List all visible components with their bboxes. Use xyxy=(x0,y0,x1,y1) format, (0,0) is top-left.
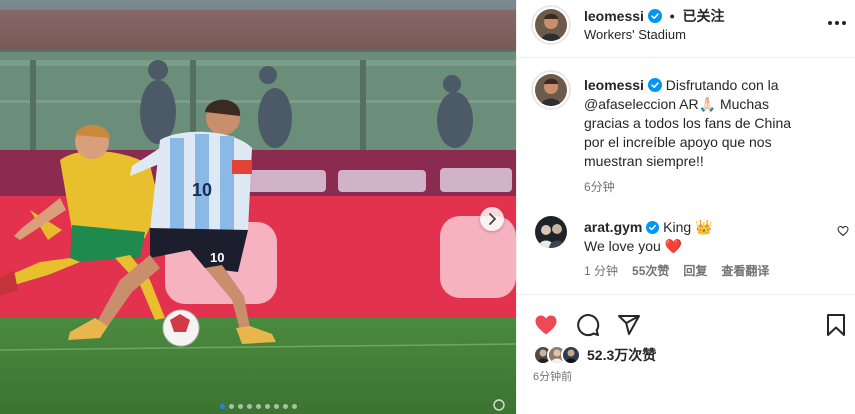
comment-time: 1 分钟 xyxy=(584,264,619,278)
liker-avatar xyxy=(561,345,581,365)
author-username[interactable]: leomessi xyxy=(584,8,644,24)
post-timestamp: 6分钟前 xyxy=(533,371,573,383)
carousel-dot xyxy=(282,404,288,409)
post-side-panel: leomessi • 已关注 Workers' Stadium leomessi… xyxy=(516,0,855,414)
comment-username[interactable]: arat.gym xyxy=(584,219,642,235)
comment-icon[interactable] xyxy=(576,313,600,337)
post-header: leomessi • 已关注 Workers' Stadium xyxy=(517,0,855,58)
comment-like-heart-icon[interactable] xyxy=(837,225,849,237)
caption-username[interactable]: leomessi xyxy=(584,77,644,93)
comment-text-line: King 👑 xyxy=(663,219,713,235)
commenter-avatar[interactable] xyxy=(535,216,567,248)
caption-line: muestran siempre!! xyxy=(584,153,704,169)
post-caption: leomessi Disfrutando con la @afaseleccio… xyxy=(584,76,824,171)
carousel-dot xyxy=(291,404,297,409)
caption-author-avatar[interactable] xyxy=(531,70,571,110)
caption-line: AR🙏🏻 Muchas xyxy=(679,96,769,112)
more-options-button[interactable] xyxy=(828,16,850,30)
translate-button[interactable]: 查看翻译 xyxy=(721,262,769,279)
verified-icon xyxy=(647,78,662,92)
carousel-dot xyxy=(228,404,234,409)
caption-mention-link[interactable]: @afaseleccion xyxy=(584,96,676,112)
follow-button[interactable]: 已关注 xyxy=(683,8,725,24)
post-actions: 52.3万次赞 6分钟前 xyxy=(517,294,855,414)
post-location[interactable]: Workers' Stadium xyxy=(584,27,686,42)
header-separator: • xyxy=(669,8,675,24)
comment: arat.gym King 👑 We love you ❤️ xyxy=(584,218,834,256)
svg-text:10: 10 xyxy=(210,250,224,265)
next-arrow-icon xyxy=(489,213,496,225)
carousel-dot xyxy=(219,404,225,409)
comment-meta: 1 分钟 55次赞 回复 查看翻译 xyxy=(584,262,769,279)
more-options-icon xyxy=(828,21,846,25)
header-user-line: leomessi • 已关注 xyxy=(584,6,725,26)
caption-line: Disfrutando con la xyxy=(665,77,779,93)
carousel-dot xyxy=(246,404,252,409)
like-heart-icon[interactable] xyxy=(533,313,559,337)
svg-text:10: 10 xyxy=(192,180,212,200)
comment-likes[interactable]: 55次赞 xyxy=(632,262,669,279)
football xyxy=(162,309,200,347)
reply-button[interactable]: 回复 xyxy=(683,262,707,279)
carousel-dot xyxy=(264,404,270,409)
media-corner-icon xyxy=(493,399,505,411)
carousel-dot xyxy=(237,404,243,409)
match-photo: 10 10 xyxy=(0,0,516,414)
caption-timestamp: 6分钟 xyxy=(584,180,615,194)
post-media[interactable]: 10 10 xyxy=(0,0,516,414)
likes-count[interactable]: 52.3万次赞 xyxy=(587,345,656,365)
caption-line: gracias a todos los fans de China xyxy=(584,115,792,131)
verified-icon xyxy=(646,221,660,234)
caption-line: por el increíble apoyo que nos xyxy=(584,134,772,150)
carousel-dot xyxy=(255,404,261,409)
next-image-button[interactable] xyxy=(480,207,504,231)
carousel-dot xyxy=(273,404,279,409)
verified-icon xyxy=(647,9,662,23)
carousel-indicator xyxy=(0,404,516,409)
author-avatar[interactable] xyxy=(531,5,571,45)
likes-summary[interactable]: 52.3万次赞 xyxy=(533,345,656,365)
save-bookmark-icon[interactable] xyxy=(825,313,847,337)
comment-text-line: We love you ❤️ xyxy=(584,238,683,254)
share-icon[interactable] xyxy=(617,313,641,337)
